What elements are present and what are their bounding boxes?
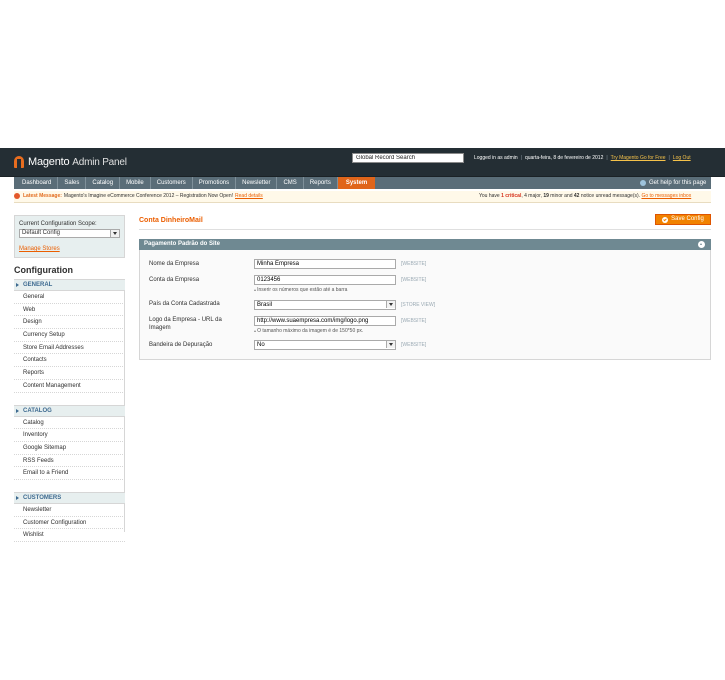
global-search-input[interactable] [352,153,464,163]
sidebar-item-reports[interactable]: Reports [14,367,125,380]
main-nav: Dashboard Sales Catalog Mobile Customers… [16,177,376,189]
sidebar-item-customer-configuration[interactable]: Customer Configuration [14,517,125,530]
magento-logo[interactable]: Magento Admin Panel [14,152,127,172]
latest-message-text: Magento's Imagine eCommerce Conference 2… [63,193,234,199]
section-gap [14,479,125,492]
debug-flag-select[interactable]: No [254,340,396,350]
section-gap [14,392,125,405]
nav-system[interactable]: System [337,177,376,189]
nav-cms[interactable]: CMS [277,177,304,189]
chevron-down-icon [386,301,395,308]
magento-logo-icon [14,156,24,168]
minor-count: 19 [543,193,549,199]
help-icon [640,180,646,186]
country-select[interactable]: Brasil [254,300,396,310]
nav-catalog[interactable]: Catalog [86,177,121,189]
chevron-down-icon [110,230,119,237]
scope-tag: [WEBSITE] [401,318,427,324]
summary-pre: You have [479,193,500,199]
scope-tag: [WEBSITE] [401,277,427,283]
sidebar-item-rss-feeds[interactable]: RSS Feeds [14,455,125,468]
field-label-company-account: Conta da Empresa [149,277,200,283]
scope-tag: [WEBSITE] [401,342,427,348]
summary-end: notice unread message(s). [580,193,641,199]
field-note: Inserir os números que estão até a barra [254,287,347,293]
sidebar-item-google-sitemap[interactable]: Google Sitemap [14,442,125,455]
sidebar-item-contacts[interactable]: Contacts [14,354,125,368]
latest-message: Latest Message: Magento's Imagine eComme… [14,193,263,199]
save-config-label: Save Config [671,216,704,222]
sidebar-item-general[interactable]: General [14,291,125,304]
message-summary: You have 1 critical, 4 major, 19 minor a… [479,193,691,199]
nav-reports[interactable]: Reports [304,177,338,189]
check-icon [662,216,669,223]
manage-stores-link[interactable]: Manage Stores [19,246,60,252]
summary-mid: , 4 major, [521,193,542,199]
field-label-country: País da Conta Cadastrada [149,301,220,307]
country-select-value: Brasil [257,302,273,308]
date-text: quarta-feira, 8 de fevereiro de 2012 [524,155,604,161]
field-label-debug-flag: Bandeira de Depuração [149,342,213,348]
sidebar-item-store-email-addresses[interactable]: Store Email Addresses [14,342,125,355]
scope-tag: [WEBSITE] [401,261,427,267]
collapse-icon[interactable] [698,241,705,248]
sidebar-item-inventory[interactable]: Inventory [14,429,125,442]
chevron-down-icon [386,341,395,348]
sidebar-item-currency-setup[interactable]: Currency Setup [14,329,125,342]
sidebar-item-content-management[interactable]: Content Management [14,380,125,393]
company-account-input[interactable]: 0123456 [254,275,396,285]
field-note: O tamanho máximo da imagem é de 150*50 p… [254,328,363,334]
scope-select[interactable]: Default Config [19,229,120,238]
sidebar-item-email-to-a-friend[interactable]: Email to a Friend [14,467,125,480]
section-general[interactable]: General [14,279,125,291]
nav-dashboard[interactable]: Dashboard [16,177,59,189]
save-config-button[interactable]: Save Config [655,214,711,225]
sidebar-item-design[interactable]: Design [14,316,125,330]
scope-tag: [STORE VIEW] [401,302,436,308]
field-label-logo-url: Logo da Empresa - URL da Imagem [149,317,222,331]
critical-count: 1 critical [501,193,522,199]
help-link-label: Get help for this page [649,180,707,186]
messages-inbox-link[interactable]: Go to messages inbox [641,193,691,199]
fieldset-header[interactable] [139,239,711,250]
section-catalog[interactable]: Catalog [14,404,125,417]
logo-word: Magento [28,156,70,168]
company-name-input[interactable]: Minha Empresa [254,259,396,269]
title-divider [139,229,711,230]
sidebar-item-newsletter[interactable]: Newsletter [14,504,125,517]
logout-link[interactable]: Log Out [673,155,691,161]
scope-select-value: Default Config [22,230,61,236]
sidebar-item-web[interactable]: Web [14,304,125,317]
configuration-title: Configuration [14,265,73,275]
nav-promotions[interactable]: Promotions [193,177,237,189]
logged-in-text: Logged in as admin [474,155,518,161]
header-links: Logged in as admin | quarta-feira, 8 de fe… [474,155,691,161]
nav-newsletter[interactable]: Newsletter [236,177,278,189]
scope-label: Current Configuration Scope: [19,221,97,227]
read-details-link[interactable]: Read details [235,193,263,199]
latest-message-label: Latest Message: [23,193,62,199]
debug-flag-select-value: No [257,342,265,348]
config-sections: General General Web Design Currency Setu… [14,279,125,542]
field-label-company-name: Nome da Empresa [149,261,200,267]
fieldset-title: Pagamento Padrão do Site [144,241,221,247]
sidebar-item-catalog[interactable]: Catalog [14,417,125,430]
summary-post: minor and [550,193,573,199]
notice-count: 42 [573,193,580,199]
try-magento-go-link[interactable]: Try Magento Go for Free [611,155,666,161]
nav-sales[interactable]: Sales [58,177,87,189]
section-customers[interactable]: Customers [14,491,125,504]
nav-mobile[interactable]: Mobile [120,177,151,189]
sidebar-item-wishlist[interactable]: Wishlist [14,529,125,542]
logo-url-input[interactable]: http://www.suaempresa.com/img/logo.png [254,316,396,326]
nav-customers[interactable]: Customers [151,177,193,189]
page-title: Conta DinheiroMail [139,217,203,224]
logo-sub: Admin Panel [72,157,127,168]
help-link[interactable]: Get help for this page [640,177,706,189]
warning-icon [14,193,20,199]
